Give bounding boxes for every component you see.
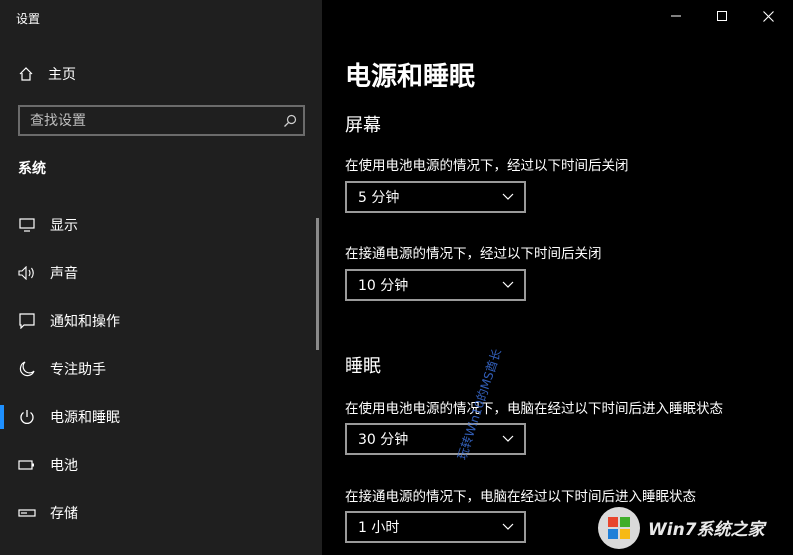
maximize-icon: [717, 11, 727, 21]
windows-logo-icon: [598, 506, 640, 549]
chevron-down-icon: [502, 281, 514, 288]
sidebar-item-power-sleep[interactable]: 电源和睡眠: [0, 397, 322, 437]
sleep-plugged-dropdown[interactable]: 1 小时: [345, 511, 526, 543]
sidebar-item-label: 电源和睡眠: [50, 410, 120, 426]
close-icon: [762, 10, 774, 22]
sidebar-item-storage[interactable]: 存储: [0, 493, 322, 533]
sleep-battery-dropdown[interactable]: 30 分钟: [345, 423, 526, 455]
power-icon: [18, 408, 36, 426]
search-box[interactable]: [18, 105, 305, 136]
moon-icon: [18, 360, 36, 378]
sidebar-item-label: 显示: [50, 218, 78, 234]
logo-text: Win7系统之家: [648, 520, 765, 540]
speaker-icon: [18, 264, 36, 282]
screen-battery-desc: 在使用电池电源的情况下，经过以下时间后关闭: [345, 158, 629, 174]
dropdown-value: 1 小时: [358, 520, 400, 536]
storage-icon: [18, 504, 36, 522]
dropdown-value: 30 分钟: [358, 432, 409, 448]
screen-heading: 屏幕: [345, 115, 381, 136]
home-link[interactable]: 主页: [18, 62, 76, 86]
close-button[interactable]: [745, 0, 791, 32]
sidebar-item-sound[interactable]: 声音: [0, 253, 322, 293]
screen-battery-dropdown[interactable]: 5 分钟: [345, 181, 526, 213]
dropdown-value: 5 分钟: [358, 190, 400, 206]
chevron-down-icon: [502, 435, 514, 442]
site-logo: Win7系统之家: [596, 500, 793, 555]
sidebar-item-label: 电池: [50, 458, 78, 474]
notification-icon: [18, 312, 36, 330]
sidebar-item-label: 存储: [50, 506, 78, 522]
minimize-icon: [671, 15, 681, 17]
main-panel: 电源和睡眠 屏幕 在使用电池电源的情况下，经过以下时间后关闭 5 分钟 在接通电…: [322, 0, 793, 555]
page-title: 电源和睡眠: [345, 62, 476, 92]
home-label: 主页: [48, 67, 76, 83]
monitor-icon: [18, 216, 36, 234]
sidebar-item-display[interactable]: 显示: [0, 205, 322, 245]
window-title: 设置: [16, 12, 41, 26]
sidebar-item-label: 专注助手: [50, 362, 106, 378]
home-icon: [19, 67, 33, 81]
chevron-down-icon: [502, 523, 514, 530]
sidebar-scrollbar[interactable]: [316, 218, 319, 350]
section-label-system: 系统: [18, 161, 46, 177]
sidebar-item-notifications[interactable]: 通知和操作: [0, 301, 322, 341]
sidebar-item-focus-assist[interactable]: 专注助手: [0, 349, 322, 389]
sleep-battery-desc: 在使用电池电源的情况下，电脑在经过以下时间后进入睡眠状态: [345, 401, 723, 417]
sleep-heading: 睡眠: [345, 356, 381, 377]
minimize-button[interactable]: [653, 0, 699, 32]
sidebar: 设置 主页 系统 显示 声音 通知和操作: [0, 0, 322, 555]
screen-plugged-desc: 在接通电源的情况下，经过以下时间后关闭: [345, 246, 602, 262]
sidebar-item-battery[interactable]: 电池: [0, 445, 322, 485]
chevron-down-icon: [502, 193, 514, 200]
maximize-button[interactable]: [699, 0, 745, 32]
battery-icon: [18, 456, 36, 474]
sidebar-item-label: 声音: [50, 266, 78, 282]
search-icon[interactable]: [277, 114, 303, 128]
search-input[interactable]: [30, 112, 277, 129]
dropdown-value: 10 分钟: [358, 278, 409, 294]
screen-plugged-dropdown[interactable]: 10 分钟: [345, 269, 526, 301]
sidebar-item-label: 通知和操作: [50, 314, 120, 330]
